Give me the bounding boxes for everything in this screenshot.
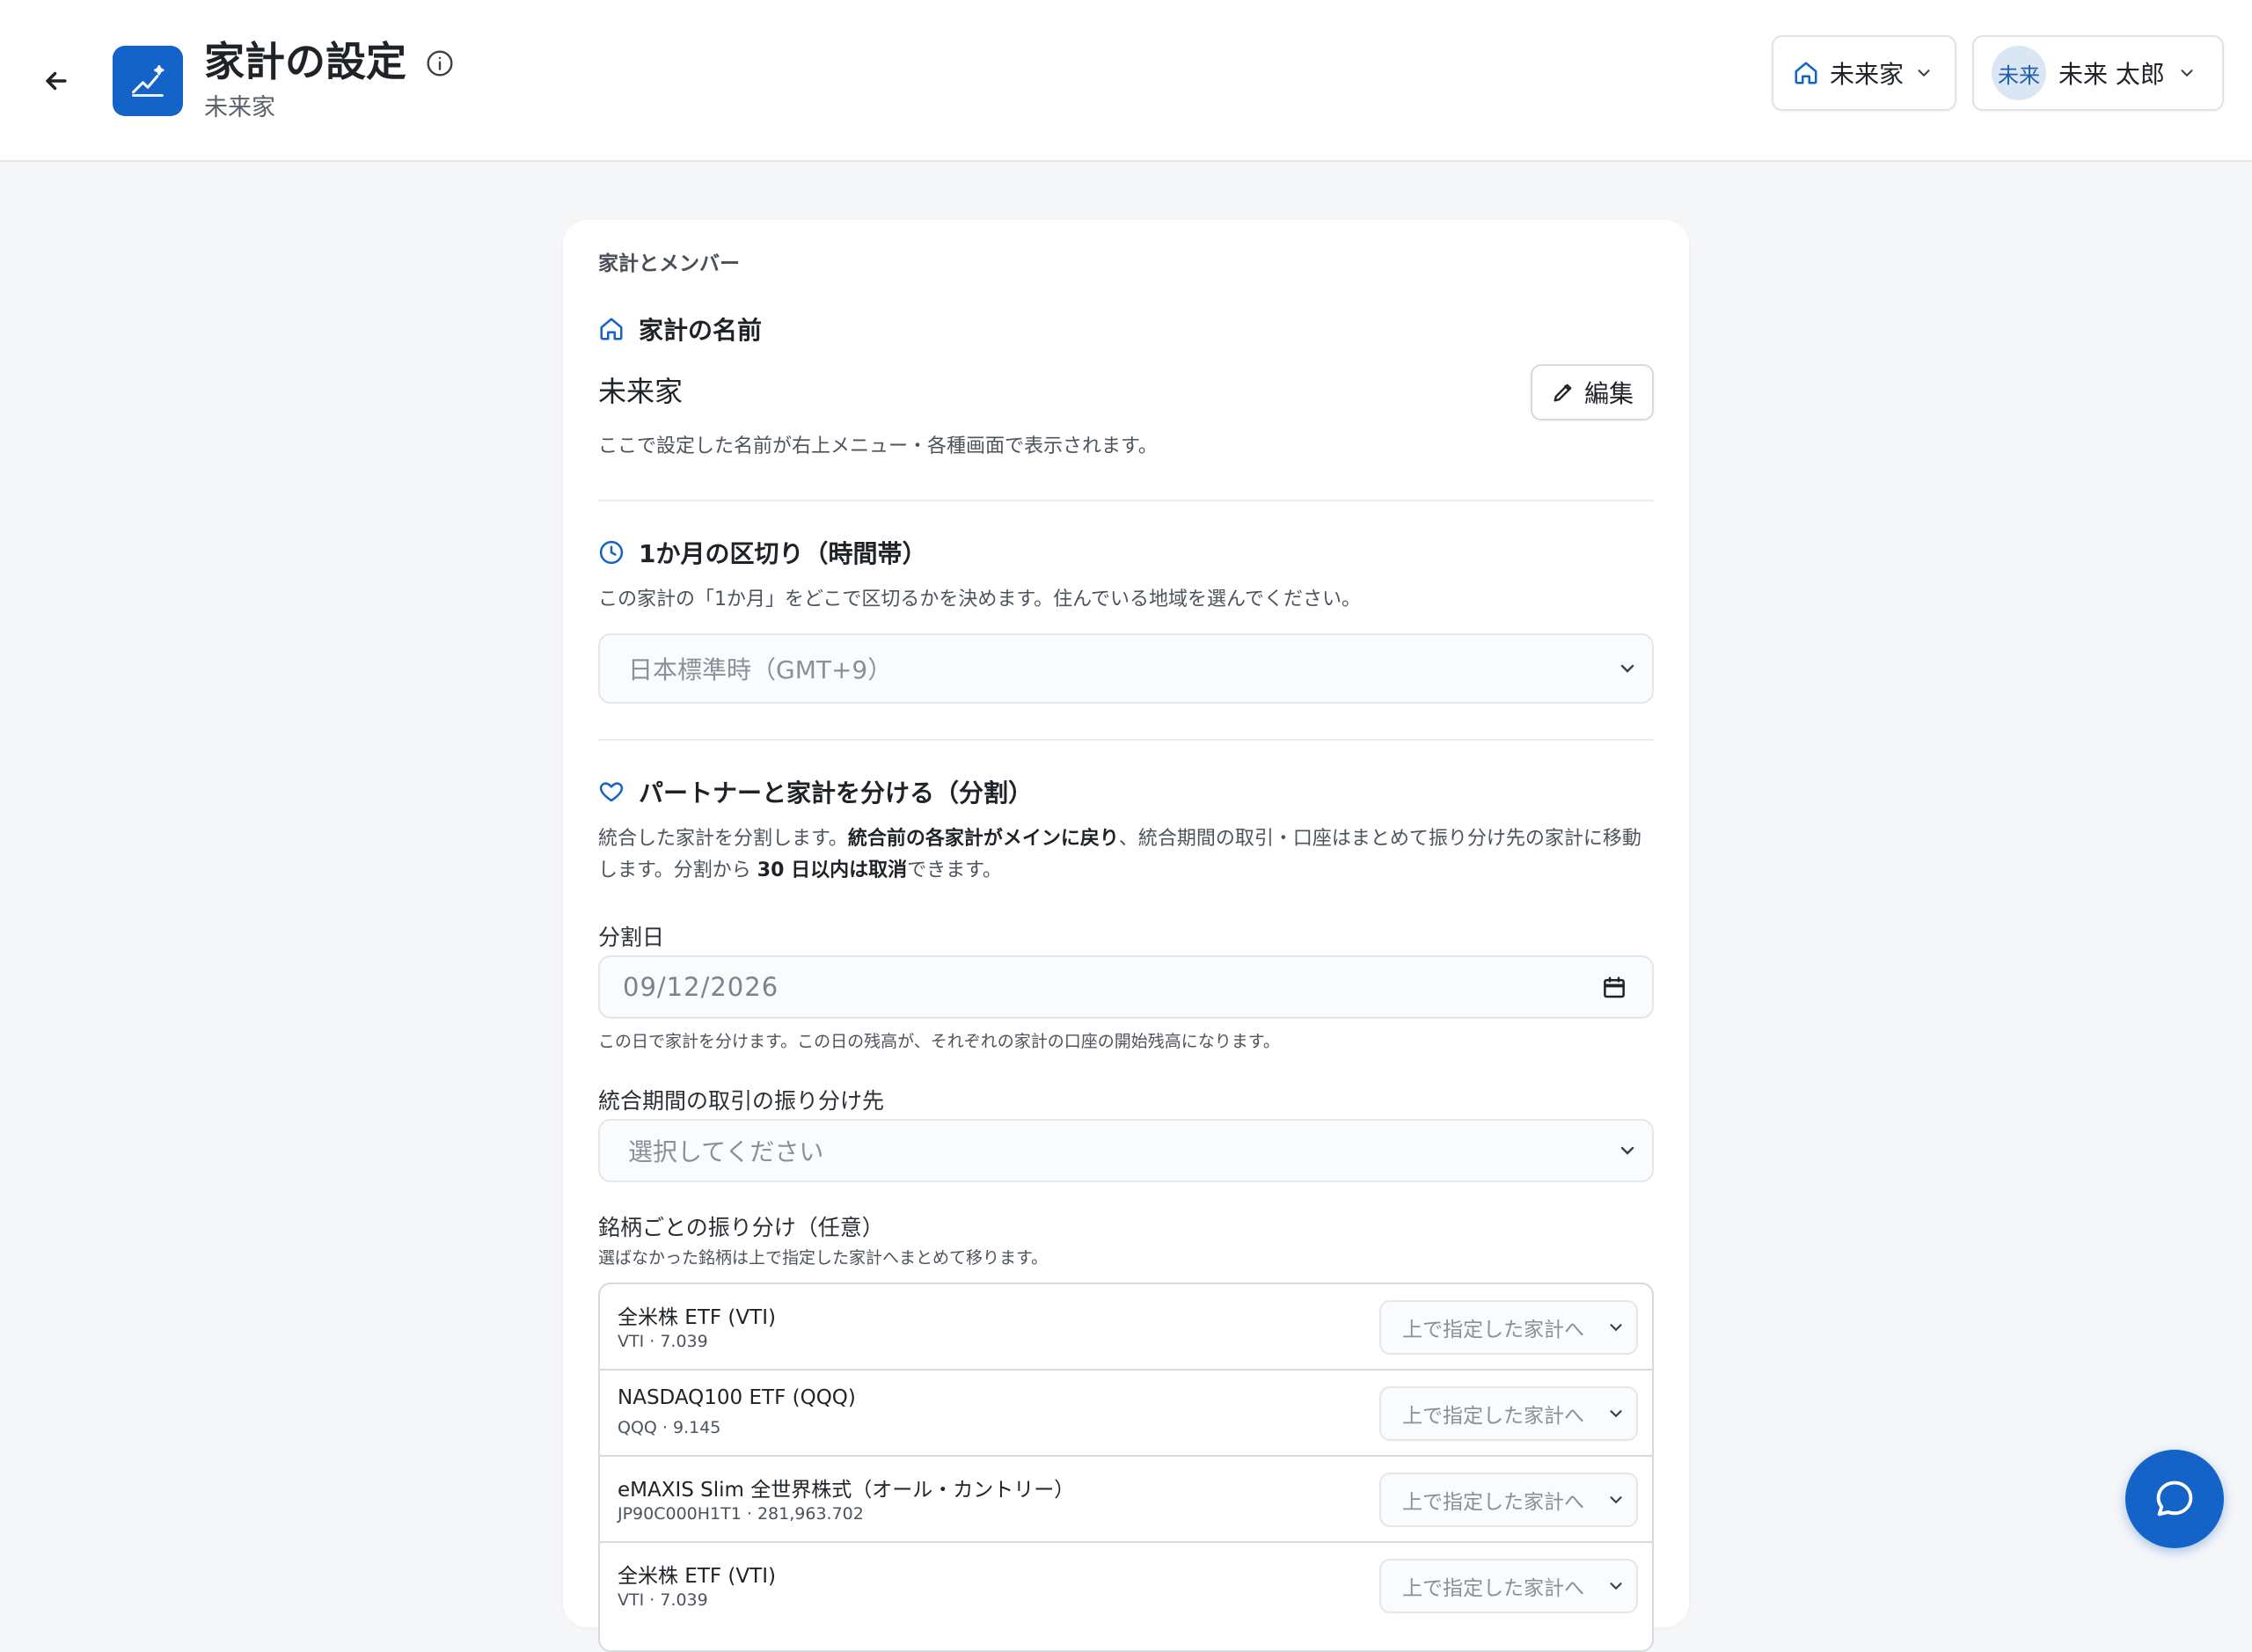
chat-button[interactable]	[2125, 1450, 2224, 1548]
list-item: eMAXIS Slim 全世界株式（オール・カントリー） JP90C000H1T…	[600, 1457, 1652, 1543]
split-heading: パートナーと家計を分ける（分割）	[598, 774, 1033, 809]
split-description-part: 統合した家計を分割します。	[598, 828, 848, 850]
list-item: 全米株 ETF (VTI) VTI · 7.039 上で指定した家計へ	[600, 1543, 1652, 1629]
top-bar: 家計の設定 未来家 未来家 未来 未来 太郎	[0, 0, 2252, 162]
page-subtitle: 未来家	[204, 94, 275, 121]
ticker-destination-select[interactable]: 上で指定した家計へ	[1379, 1473, 1638, 1527]
month-boundary-heading: 1か月の区切り（時間帯）	[598, 535, 926, 570]
split-date-label: 分割日	[598, 925, 665, 950]
page-title: 家計の設定	[204, 38, 406, 85]
household-switcher[interactable]: 未来家	[1772, 35, 1956, 111]
chevron-down-icon	[2177, 63, 2197, 83]
settings-card: 家計とメンバー 家計の名前 未来家 編集 ここで設定した名前が右上メニュー・各種…	[563, 220, 1689, 1652]
arrow-left-icon	[46, 71, 67, 91]
home-icon	[1795, 62, 1817, 84]
split-description-bold: 統合前の各家計がメインに戻り	[847, 828, 1119, 850]
destination-select[interactable]: 選択してください	[598, 1119, 1654, 1182]
timezone-select-value: 日本標準時（GMT+9）	[628, 655, 893, 684]
split-description: 統合した家計を分割します。統合前の各家計がメインに戻り、統合期間の取引・口座はま…	[598, 823, 1663, 887]
avatar: 未来	[1992, 46, 2046, 100]
chevron-down-icon	[1620, 664, 1634, 673]
split-heading-text: パートナーと家計を分ける（分割）	[639, 778, 1034, 808]
calendar-icon[interactable]	[1601, 975, 1627, 1001]
chevron-down-icon	[1610, 1410, 1622, 1418]
pencil-icon	[1554, 384, 1572, 402]
ticker-destination-select[interactable]: 上で指定した家計へ	[1379, 1386, 1638, 1441]
split-date-help: この日で家計を分けます。この日の残高が、それぞれの家計の口座の開始残高になります…	[598, 1032, 1280, 1051]
household-name-help: ここで設定した名前が右上メニュー・各種画面で表示されます。	[598, 435, 1158, 457]
edit-name-button-label: 編集	[1583, 379, 1634, 408]
split-description-part: します。分割から	[598, 859, 757, 881]
split-description-bold: 30 日以内は取消	[757, 859, 908, 881]
split-description-part: 、統合期間の取引・口座はまとめて振り分け先の家計に移動	[1118, 828, 1641, 850]
per-ticker-help: 選ばなかった銘柄は上で指定した家計へまとめて移ります。	[598, 1248, 1049, 1268]
ticker-detail: QQQ · 9.145	[618, 1418, 721, 1437]
destination-select-placeholder: 選択してください	[628, 1137, 824, 1166]
home-icon	[600, 318, 623, 340]
user-menu[interactable]: 未来 未来 太郎	[1972, 35, 2224, 111]
chevron-down-icon	[1620, 1146, 1634, 1155]
ticker-detail: JP90C000H1T1 · 281,963.702	[618, 1504, 864, 1524]
ticker-allocation-list: 全米株 ETF (VTI) VTI · 7.039 上で指定した家計へ NASD…	[598, 1283, 1654, 1652]
ticker-detail: VTI · 7.039	[618, 1332, 708, 1351]
edit-name-button[interactable]: 編集	[1531, 364, 1654, 420]
chevron-down-icon	[1914, 63, 1934, 83]
month-boundary-heading-text: 1か月の区切り（時間帯）	[639, 539, 927, 568]
month-boundary-help: この家計の「1か月」をどこで区切るかを決めます。住んでいる地域を選んでください。	[598, 588, 1361, 610]
household-name-value: 未来家	[598, 375, 684, 408]
section-label: 家計とメンバー	[598, 252, 740, 275]
user-name: 未来 太郎	[2058, 60, 2165, 89]
split-date-input[interactable]: 09/12/2026	[598, 955, 1654, 1019]
app-logo	[113, 46, 183, 116]
timezone-select[interactable]: 日本標準時（GMT+9）	[598, 633, 1654, 704]
household-name-heading: 家計の名前	[598, 311, 762, 347]
list-item: NASDAQ100 ETF (QQQ) QQQ · 9.145 上で指定した家計…	[600, 1371, 1652, 1457]
per-ticker-label: 銘柄ごとの振り分け（任意）	[598, 1215, 884, 1240]
ticker-detail: VTI · 7.039	[618, 1590, 708, 1610]
ticker-destination-value: 上で指定した家計へ	[1402, 1319, 1584, 1341]
household-switcher-label: 未来家	[1830, 60, 1905, 89]
household-name-heading-text: 家計の名前	[639, 316, 763, 345]
chevron-down-icon	[1610, 1583, 1622, 1590]
ticker-name: eMAXIS Slim 全世界株式（オール・カントリー）	[618, 1479, 1075, 1502]
chart-sparkle-icon	[132, 65, 165, 97]
destination-label: 統合期間の取引の振り分け先	[598, 1088, 885, 1114]
clock-icon	[599, 540, 624, 565]
divider	[598, 500, 1654, 501]
list-item: 全米株 ETF (VTI) VTI · 7.039 上で指定した家計へ	[600, 1284, 1652, 1371]
chevron-down-icon	[1610, 1324, 1622, 1332]
back-button[interactable]	[35, 60, 77, 102]
ticker-name: 全米株 ETF (VTI)	[618, 1306, 776, 1329]
ticker-destination-value: 上で指定した家計へ	[1402, 1577, 1584, 1600]
split-description-part: できます。	[907, 859, 1002, 881]
ticker-name: NASDAQ100 ETF (QQQ)	[618, 1386, 856, 1409]
split-date-value: 09/12/2026	[623, 972, 779, 1002]
ticker-destination-value: 上で指定した家計へ	[1402, 1405, 1584, 1428]
chat-bubble-icon	[2156, 1480, 2193, 1517]
heart-icon	[599, 782, 624, 802]
divider	[598, 739, 1654, 741]
ticker-name: 全米株 ETF (VTI)	[618, 1565, 776, 1588]
ticker-destination-select[interactable]: 上で指定した家計へ	[1379, 1300, 1638, 1355]
chevron-down-icon	[1610, 1496, 1622, 1504]
ticker-destination-select[interactable]: 上で指定した家計へ	[1379, 1559, 1638, 1613]
info-icon[interactable]	[426, 49, 454, 77]
ticker-destination-value: 上で指定した家計へ	[1402, 1491, 1584, 1514]
